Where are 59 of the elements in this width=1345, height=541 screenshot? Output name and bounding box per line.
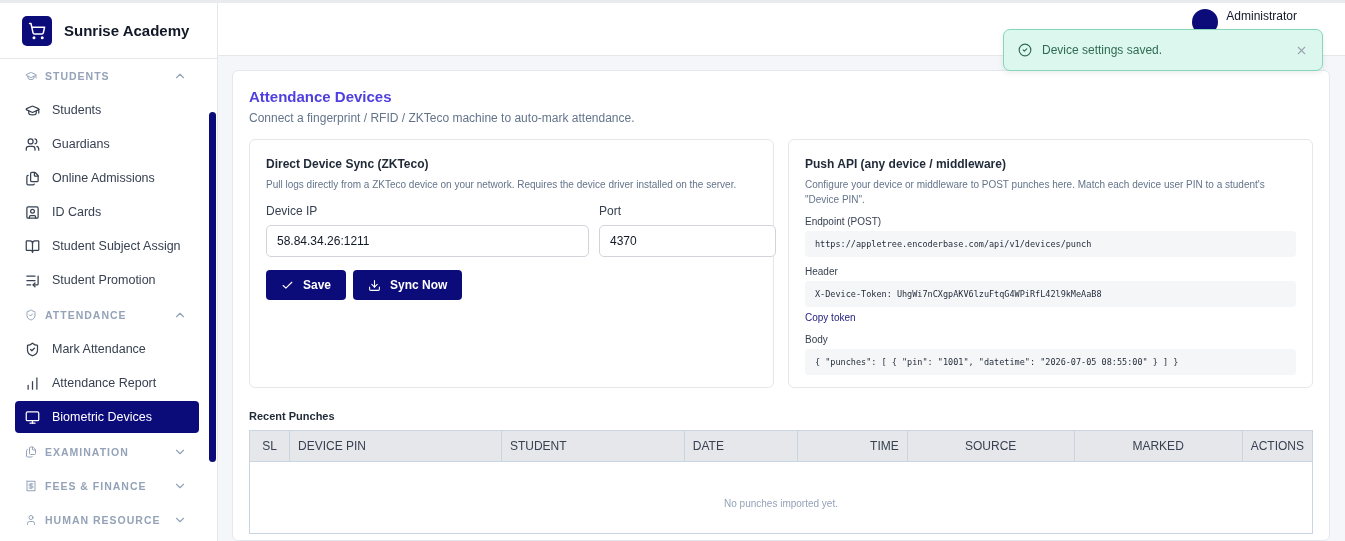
sidebar-item[interactable]: ID Cards [15,196,199,228]
panel-title: Push API (any device / middleware) [805,157,1007,171]
user-name: Administrator [1226,9,1297,23]
sidebar-item[interactable]: Student Promotion [15,264,199,296]
sidebar-item[interactable]: Online Admissions [15,162,199,194]
user-icon [25,514,37,526]
field-label: Device IP [266,204,319,218]
column-header: MARKED [1074,430,1243,462]
sidebar-item[interactable]: Mark Attendance [15,333,199,365]
column-header: DATE [684,430,798,462]
save-button[interactable]: Save [266,270,347,300]
copy-token-link[interactable]: Copy token [805,312,856,323]
column-header: SOURCE [907,430,1075,462]
download-icon [368,278,382,292]
sidebar-item[interactable]: Biometric Devices [15,401,199,433]
input-field[interactable]: 4370 [599,225,776,257]
empty-message: No punches imported yet. [724,497,838,509]
receipt-icon [25,480,37,492]
field-label: Port [599,204,622,218]
bar-chart-icon [25,375,40,391]
sidebar-item[interactable]: Student Subject Assign [15,230,199,262]
brand-name: Sunrise Academy [64,22,190,39]
page-title: Attendance Devices [249,88,393,105]
sidebar-item[interactable]: Guardians [15,128,199,160]
toast-message: Device settings saved. [1042,43,1164,57]
column-header: TIME [797,430,908,462]
code-block: X-Device-Token: UhgWi7nCXgpAKV6lzuFtqG4WPiRfL42l9kMeAaB8 [805,281,1296,307]
documents-icon [25,446,37,458]
code-block: { "punches": [ { "pin": "1001", "datetime": "2026-07-05 08:55:00" } ] } [805,349,1296,375]
field-label: Body [805,334,829,345]
check-circle-icon [1018,43,1032,57]
book-icon [25,238,40,254]
column-header: STUDENT [501,430,685,462]
shield-check-icon [25,341,40,357]
panel-title: Direct Device Sync (ZKTeco) [266,157,430,171]
people-icon [25,136,40,152]
column-header: DEVICE PIN [289,430,502,462]
documents-icon [25,170,40,186]
sidebar-item[interactable]: Attendance Report [15,367,199,399]
column-header: ACTIONS [1242,430,1313,462]
graduation-cap-icon [25,70,37,82]
list-arrow-icon [25,272,40,288]
logo-icon [22,15,52,46]
id-card-icon [25,204,40,220]
sidebar-item[interactable]: Students [15,94,199,126]
scrollbar-thumb[interactable] [209,112,216,462]
input-field[interactable]: 58.84.34.26:1211 [266,225,589,257]
code-block: https://appletree.encoderbase.com/api/v1/devices/punch [805,231,1296,257]
graduation-cap-icon [25,102,40,118]
column-header: SL [249,430,290,462]
monitor-icon [25,409,40,425]
field-label: Header [805,266,839,277]
page-subtitle: Connect a fingerprint / RFID / ZKTeco machine to auto-mark attendance. [249,111,636,125]
panel-description: Configure your device or middleware to POST punches here. Match each device user PIN to a student's "Device PIN". [805,178,1266,207]
sync-button[interactable]: Sync Now [353,270,463,300]
panel-description: Pull logs directly from a ZKTeco device on your network. Requires the device driver installed on the server. [266,178,738,192]
shield-check-icon [25,309,37,321]
field-label: Endpoint (POST) [805,216,883,227]
section-title: Recent Punches [249,410,336,422]
